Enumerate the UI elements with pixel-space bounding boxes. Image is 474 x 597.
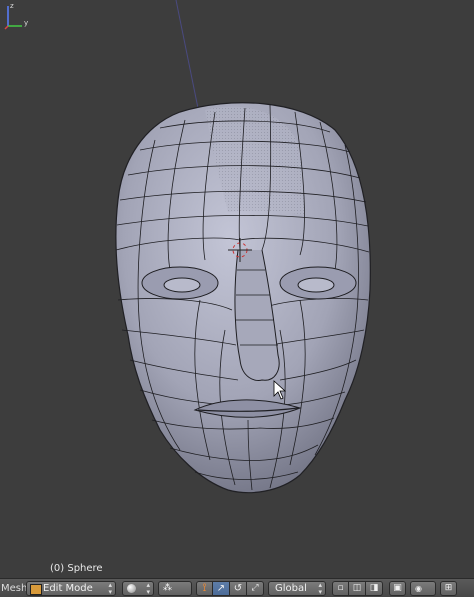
rotate-button[interactable]: ↺ xyxy=(230,580,247,596)
manipulator-icon: ⟟ xyxy=(202,581,207,594)
3d-viewport[interactable]: z y (0) Sphere xyxy=(0,0,474,578)
edge-select-button[interactable]: ◫ xyxy=(349,580,366,596)
proportional-icon: ◉ xyxy=(415,583,422,593)
edit-mode-icon xyxy=(30,583,42,595)
shading-dropdown[interactable]: ▴ ▾ xyxy=(122,580,154,596)
menu-mesh[interactable]: Mesh xyxy=(0,583,27,594)
pivot-icon: ⁂ xyxy=(163,583,172,593)
object-label: (0) Sphere xyxy=(50,563,103,574)
face-select-icon: ◨ xyxy=(369,583,379,593)
edge-select-icon: ◫ xyxy=(352,583,362,593)
viewport-header: Mesh Edit Mode ▴ ▾ ▴ ▾ ⁂ ⟟ ↗ ↺ ⤢ Global ▴ ▾… xyxy=(0,578,474,597)
scale-button[interactable]: ⤢ xyxy=(247,580,264,596)
relationship-line xyxy=(175,0,201,119)
proportional-dropdown[interactable]: ◉ xyxy=(410,580,436,596)
orientation-dropdown[interactable]: Global ▴ ▾ xyxy=(268,580,326,596)
occlude-icon: ▣ xyxy=(393,583,402,593)
head-mesh xyxy=(115,0,371,494)
occlude-toggle[interactable]: ▣ xyxy=(389,580,406,596)
snap-icon: ⊞ xyxy=(444,583,453,593)
pivot-dropdown[interactable]: ⁂ xyxy=(158,580,192,596)
svg-text:y: y xyxy=(24,19,28,27)
snap-toggle[interactable]: ⊞ xyxy=(440,580,457,596)
scale-icon: ⤢ xyxy=(251,583,259,593)
rotate-icon: ↺ xyxy=(233,582,243,594)
solid-shading-icon xyxy=(127,583,136,593)
translate-button[interactable]: ↗ xyxy=(213,580,230,596)
manipulator-toggle[interactable]: ⟟ xyxy=(196,580,213,596)
translate-icon: ↗ xyxy=(216,582,226,594)
axis-gizmo-icon: z y xyxy=(4,2,28,30)
face-select-button[interactable]: ◨ xyxy=(366,580,383,596)
vertex-select-icon: ▫ xyxy=(337,583,344,593)
mode-dropdown[interactable]: Edit Mode ▴ ▾ xyxy=(26,580,116,596)
vertex-select-button[interactable]: ▫ xyxy=(332,580,349,596)
svg-text:z: z xyxy=(10,2,14,10)
